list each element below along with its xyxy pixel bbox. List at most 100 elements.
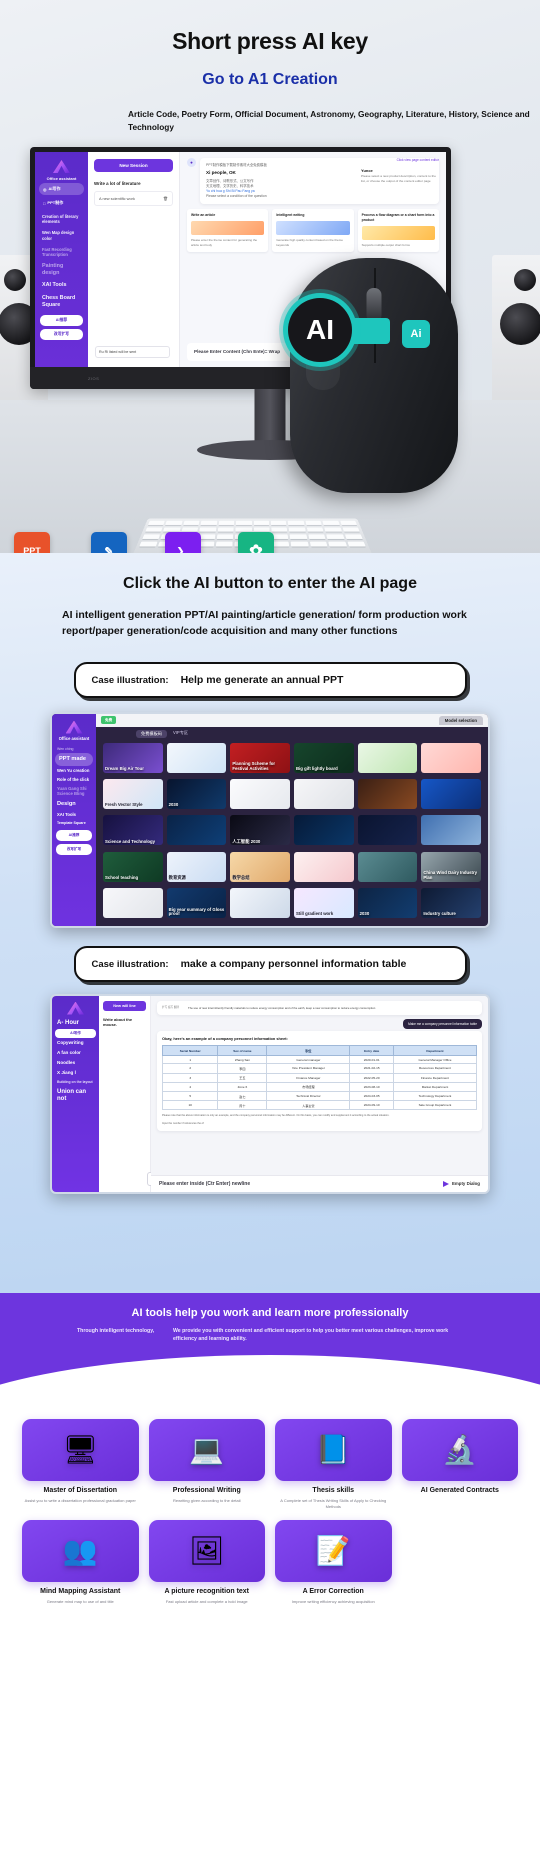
template-card[interactable]: Industry culture [421, 888, 481, 919]
sidebar-item-literary[interactable]: Creation of literary elements [39, 211, 84, 227]
chat-sidebar-item-fan-color[interactable]: A fan color [55, 1048, 96, 1058]
chat-sidebar-item-xjiangl[interactable]: X Jiang l [55, 1068, 96, 1078]
sidebar-item-xai-tools[interactable]: XAI Tools [39, 279, 84, 292]
template-card[interactable] [166, 742, 227, 773]
template-card[interactable] [357, 815, 418, 846]
session-list-item[interactable]: A new scientific work 🗑 [94, 191, 173, 207]
feature-role-of-ai[interactable]: ✿ Role of AI [238, 532, 296, 553]
template-card[interactable] [294, 778, 354, 809]
mouse-ai-key[interactable]: Ai [402, 320, 430, 348]
chat-sidebar-item-building[interactable]: Building on the layout [55, 1078, 96, 1086]
app-brand: Office assistant [46, 176, 77, 181]
template-card[interactable]: 2030 [357, 888, 418, 919]
template-card[interactable]: Big year summary of Gloss proof [166, 888, 227, 919]
template-caption: 教育资源 [168, 875, 186, 880]
feature-code-generation[interactable]: ❯_ Code generation [165, 532, 223, 553]
sidebar-item-chess-board[interactable]: Chess Board Square [39, 292, 84, 312]
suggestion-card[interactable]: Write an article Please enter the theme … [187, 209, 269, 252]
ppt-sidebar-item-design[interactable]: Design [55, 799, 93, 810]
tool-card[interactable]: 🔬 AI Generated Contracts [401, 1419, 518, 1510]
template-card[interactable]: Dream Big Air Tour [103, 742, 163, 773]
template-card[interactable] [421, 742, 481, 773]
suggestion-card[interactable]: Process a flow diagram or a chart form i… [357, 209, 439, 252]
ppt-sidebar-item-role[interactable]: Role of the click [55, 775, 93, 784]
ppt-topbar: 免费 Model selection [96, 713, 488, 727]
chat-sidebar-button-ai-write[interactable]: AI写作 [55, 1029, 96, 1039]
ppt-sidebar-item-ppt-made[interactable]: PPT made [55, 752, 93, 766]
template-card[interactable]: Fresh Vector Style [103, 778, 163, 809]
template-card[interactable] [294, 851, 354, 882]
template-card[interactable] [357, 742, 418, 773]
chat-session-title[interactable]: Write about the mouse. [103, 1017, 146, 1027]
section-ai-page: Click the AI button to enter the AI page… [0, 553, 540, 1293]
model-selection-tab[interactable]: Model selection [438, 715, 483, 725]
ppt-sidebar-item-wenyu[interactable]: Wen Yu creation [55, 766, 93, 775]
feature-ppt[interactable]: PPT PPT generation [14, 532, 73, 553]
table-cell: Technical Director [266, 1090, 351, 1102]
template-card[interactable] [357, 851, 418, 882]
template-card[interactable] [103, 888, 163, 919]
template-card[interactable] [166, 815, 227, 846]
template-caption [230, 916, 290, 918]
table-row: 1 Zhang San General manager 2020-01-01 Gener… [161, 1055, 478, 1065]
tool-card[interactable]: 📝 A Error Correction Improve writing effic… [275, 1519, 392, 1605]
template-card[interactable]: Big gift lightly board [294, 742, 354, 773]
template-card[interactable] [421, 815, 481, 846]
chat-sidebar-item-hour[interactable]: A- Hour [55, 1018, 96, 1030]
template-card[interactable]: China Wind Dairy Industry Plan [421, 851, 481, 882]
template-card[interactable] [230, 778, 290, 809]
scroll-wheel[interactable] [366, 288, 382, 322]
feature-program-writing[interactable]: ✎ Program Writing [91, 532, 147, 553]
tab-free-templates[interactable]: 免费模板码 [136, 729, 167, 738]
template-card[interactable]: Still gradient work [294, 888, 354, 919]
template-card[interactable] [230, 888, 290, 919]
chat-sidebar-item-noodles[interactable]: Noodles [55, 1058, 96, 1068]
new-session-button[interactable]: New Session [94, 159, 173, 172]
chat-input-bar[interactable]: Please enter inside (Ctr Enter) newline … [151, 1174, 488, 1192]
tab-vip[interactable]: VIP专区 [173, 730, 188, 738]
tool-card[interactable]: 📘 Thesis skills A Complete set of Thesis W… [275, 1419, 392, 1510]
sidebar-item-ai-writing[interactable]: ◎ AI写作 [39, 183, 84, 196]
template-card[interactable]: 2030 [166, 778, 227, 809]
tool-icon: 📝 [315, 1534, 351, 1566]
topbar-link[interactable]: Click view page content editor [397, 158, 439, 162]
ppt-sidebar-item-template-square[interactable]: Template Square [55, 819, 93, 827]
chat-sidebar-item-copywriting[interactable]: Copywriting [55, 1038, 96, 1048]
table-cell: 2022-05-20 [349, 1072, 394, 1083]
ppt-sidebar-button-recommend[interactable]: AI推荐 [56, 830, 92, 842]
ppt-sidebar-item-xai[interactable]: XAI Tools [55, 810, 93, 819]
new-chat-button[interactable]: New will line [103, 1000, 146, 1011]
sidebar-item-transcription[interactable]: Fast Recording Transcription [39, 244, 84, 260]
case-illustration-1: Case illustration: Help me generate an a… [73, 661, 467, 698]
table-cell: General Manager Office [392, 1055, 478, 1065]
suggestion-card[interactable]: Intelligent writing Generate high qualit… [272, 209, 354, 252]
tool-card[interactable]: 👥 Mind Mapping Assistant Generate mind map… [22, 1519, 139, 1605]
suggestion-cards: Write an article Please enter the theme … [187, 209, 439, 252]
tool-card[interactable]: 💻 Professional Writing Rewriting given acc… [148, 1419, 265, 1510]
table-cell: 市场经理 [266, 1081, 351, 1092]
template-card[interactable]: 教育资源 [166, 851, 227, 882]
sidebar-item-map-design[interactable]: Wen Map design color [39, 227, 84, 243]
session-note: Ru Ri listed will be sent [95, 345, 170, 358]
template-card[interactable]: Planning Scheme for Festival Activities [230, 742, 290, 773]
ppt-sidebar-button-rewrite[interactable]: 改写扩写 [56, 844, 92, 856]
ppt-sidebar-item-science[interactable]: Yuan Gang Shi Science Bling [55, 784, 93, 799]
sidebar-item-ppt[interactable]: □ PPT制作 [39, 197, 84, 209]
mouse-device: Ai [290, 258, 458, 493]
trash-icon[interactable]: 🗑 [163, 196, 168, 201]
template-card[interactable]: 教学总结 [230, 851, 290, 882]
sidebar-button-rewrite[interactable]: 改写扩写 [40, 328, 83, 340]
chat-sidebar-item-union[interactable]: Union can not [55, 1087, 96, 1107]
case-value: make a company personnel information tab… [180, 957, 407, 970]
template-card[interactable]: Science and Technology [103, 815, 163, 846]
template-card[interactable] [421, 778, 481, 809]
template-card[interactable] [294, 815, 354, 846]
template-card[interactable]: School teaching [103, 851, 163, 882]
sidebar-item-painting[interactable]: Painting design [39, 260, 84, 280]
template-card[interactable] [357, 778, 418, 809]
empty-dialog-button[interactable]: Empty Dialog [442, 1180, 480, 1187]
tool-card[interactable]: 🖥 Master of Dissertation Assist you to wri… [22, 1419, 139, 1510]
sidebar-button-ai-recommend[interactable]: AI推荐 [40, 314, 83, 326]
template-card[interactable]: 人工智能 2030 [230, 815, 290, 846]
tool-card[interactable]: 🖼 A picture recognition text Fast upload a… [148, 1519, 265, 1605]
